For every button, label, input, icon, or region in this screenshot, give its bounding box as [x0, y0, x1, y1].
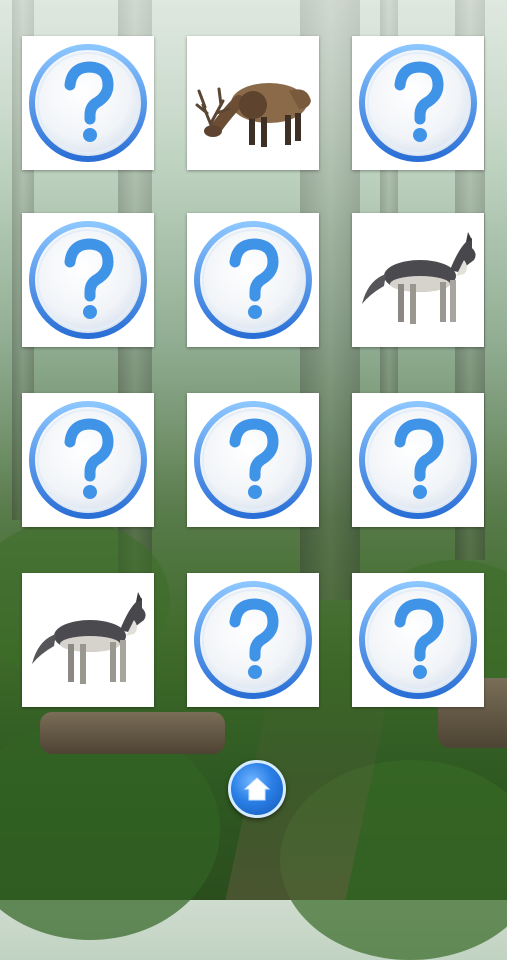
hidden-card[interactable] — [352, 573, 484, 707]
revealed-card-elk[interactable] — [187, 36, 319, 170]
wolf-image — [362, 232, 476, 324]
hidden-card[interactable] — [187, 393, 319, 527]
question-mark-icon — [359, 401, 477, 519]
hidden-card[interactable] — [22, 213, 154, 347]
home-button[interactable] — [228, 760, 286, 818]
wolf-image — [32, 592, 146, 684]
hidden-card[interactable] — [187, 213, 319, 347]
question-mark-icon — [359, 581, 477, 699]
question-mark-icon — [29, 221, 147, 339]
home-icon — [243, 777, 271, 801]
revealed-card-wolf[interactable] — [352, 213, 484, 347]
revealed-card-wolf[interactable] — [22, 573, 154, 707]
question-mark-icon — [194, 401, 312, 519]
question-mark-icon — [29, 401, 147, 519]
question-mark-icon — [29, 44, 147, 162]
hidden-card[interactable] — [22, 36, 154, 170]
question-mark-icon — [359, 44, 477, 162]
elk-image — [195, 83, 311, 147]
hidden-card[interactable] — [352, 393, 484, 527]
question-mark-icon — [194, 221, 312, 339]
hidden-card[interactable] — [22, 393, 154, 527]
hidden-card[interactable] — [187, 573, 319, 707]
hidden-card[interactable] — [352, 36, 484, 170]
question-mark-icon — [194, 581, 312, 699]
